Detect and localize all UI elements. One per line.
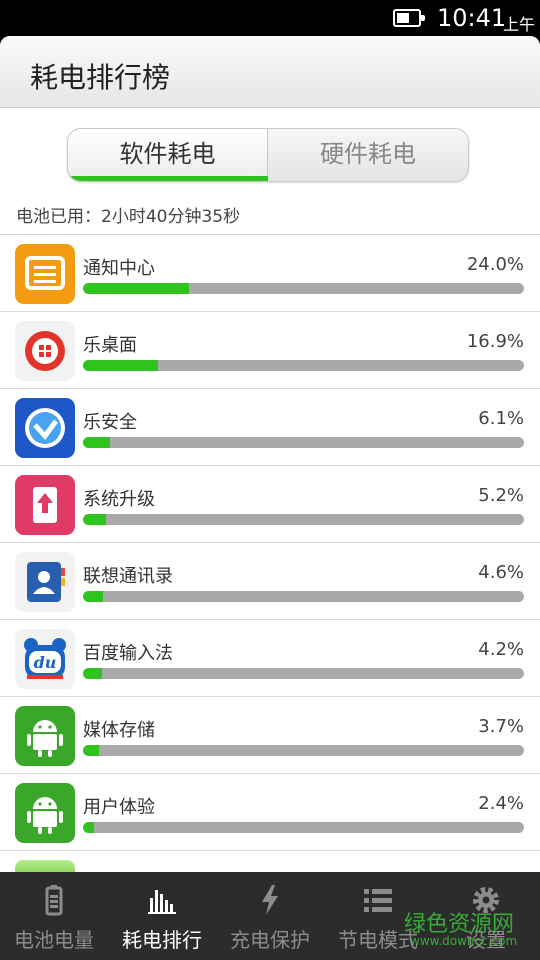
app-percent: 2.4% xyxy=(478,793,524,814)
le-desktop-icon xyxy=(15,321,75,381)
tab-battery-level[interactable]: 电池电量 xyxy=(0,872,108,960)
battery-icon xyxy=(45,885,63,916)
tab-power-ranking-label: 耗电排行 xyxy=(122,928,202,952)
tab-software-power[interactable]: 软件耗电 xyxy=(68,129,268,181)
usage-bar-fill xyxy=(83,591,104,602)
app-name: 通知中心 xyxy=(83,258,155,279)
app-percent: 16.9% xyxy=(466,331,524,352)
usage-bar xyxy=(83,437,524,448)
usage-bar-fill xyxy=(83,745,100,756)
app-name: 用户体验 xyxy=(83,797,155,818)
app-window: 耗电排行榜 软件耗电 硬件耗电 电池已用：2小时40分钟35秒 通知中心 24.0… xyxy=(0,36,540,872)
usage-bar xyxy=(83,591,524,602)
lightning-icon xyxy=(262,885,278,915)
active-tab-indicator xyxy=(68,176,268,181)
usage-bar xyxy=(83,283,524,294)
usage-bar-fill xyxy=(83,283,189,294)
tab-software-power-label: 软件耗电 xyxy=(119,140,216,168)
android-icon xyxy=(15,706,75,766)
list-item[interactable]: du 百度输入法 4.2% xyxy=(0,620,540,697)
status-time: 10:41 xyxy=(437,4,507,32)
app-name: 媒体存储 xyxy=(83,720,155,741)
list-item[interactable]: 通知中心 24.0% xyxy=(0,235,540,312)
svg-text:du: du xyxy=(34,653,57,672)
app-name: 联想通讯录 xyxy=(83,566,173,587)
list-item[interactable]: 乐安全 6.1% xyxy=(0,389,540,466)
app-percent: 3.7% xyxy=(478,716,524,737)
usage-bar-fill xyxy=(83,360,158,371)
usage-bar xyxy=(83,745,524,756)
app-percent: 6.1% xyxy=(478,408,524,429)
header: 耗电排行榜 xyxy=(0,36,540,108)
app-percent: 4.2% xyxy=(478,639,524,660)
le-security-icon xyxy=(15,398,75,458)
tab-battery-level-label: 电池电量 xyxy=(14,928,94,952)
list-item[interactable]: 媒体存储 3.7% xyxy=(0,697,540,774)
battery-status-icon xyxy=(393,9,425,27)
segmented-control: 软件耗电 硬件耗电 xyxy=(67,128,469,182)
usage-bar-fill xyxy=(83,668,102,679)
app-percent: 24.0% xyxy=(466,254,524,275)
tab-charge-protection[interactable]: 充电保护 xyxy=(216,872,324,960)
status-bar: 10:41 上午 xyxy=(0,0,540,36)
list-item[interactable]: 联想通讯录 4.6% xyxy=(0,543,540,620)
tab-power-ranking[interactable]: 耗电排行 xyxy=(108,872,216,960)
usage-bar xyxy=(83,668,524,679)
android-icon xyxy=(15,783,75,843)
tab-hardware-power[interactable]: 硬件耗电 xyxy=(268,129,468,181)
bar-chart-icon xyxy=(148,890,176,914)
notification-center-icon xyxy=(15,244,75,304)
app-percent: 5.2% xyxy=(478,485,524,506)
page-title: 耗电排行榜 xyxy=(30,61,171,94)
contacts-icon xyxy=(15,552,75,612)
battery-used-text: 电池已用：2小时40分钟35秒 xyxy=(16,207,241,227)
app-percent: 4.6% xyxy=(478,562,524,583)
list-icon xyxy=(364,889,392,912)
tab-hardware-power-label: 硬件耗电 xyxy=(320,140,416,168)
app-name: 系统升级 xyxy=(83,489,155,510)
battery-level-fill xyxy=(397,13,409,23)
list-item[interactable]: 系统升级 5.2% xyxy=(0,466,540,543)
watermark-url: www.downcc.com xyxy=(410,934,518,948)
list-item[interactable]: 乐桌面 16.9% xyxy=(0,312,540,389)
usage-bar-fill xyxy=(83,514,106,525)
usage-bar-fill xyxy=(83,437,110,448)
usage-bar xyxy=(83,360,524,371)
status-ampm: 上午 xyxy=(503,15,536,34)
usage-bar-fill xyxy=(83,822,94,833)
app-name: 乐安全 xyxy=(83,412,137,433)
list-item[interactable]: 用户体验 2.4% xyxy=(0,774,540,851)
baidu-ime-icon: du xyxy=(15,629,75,689)
system-upgrade-icon xyxy=(15,475,75,535)
app-name: 百度输入法 xyxy=(83,643,173,664)
usage-bar xyxy=(83,822,524,833)
usage-bar xyxy=(83,514,524,525)
app-name: 乐桌面 xyxy=(83,335,137,356)
partial-list-item-icon xyxy=(15,860,75,872)
tab-charge-protection-label: 充电保护 xyxy=(230,928,310,952)
